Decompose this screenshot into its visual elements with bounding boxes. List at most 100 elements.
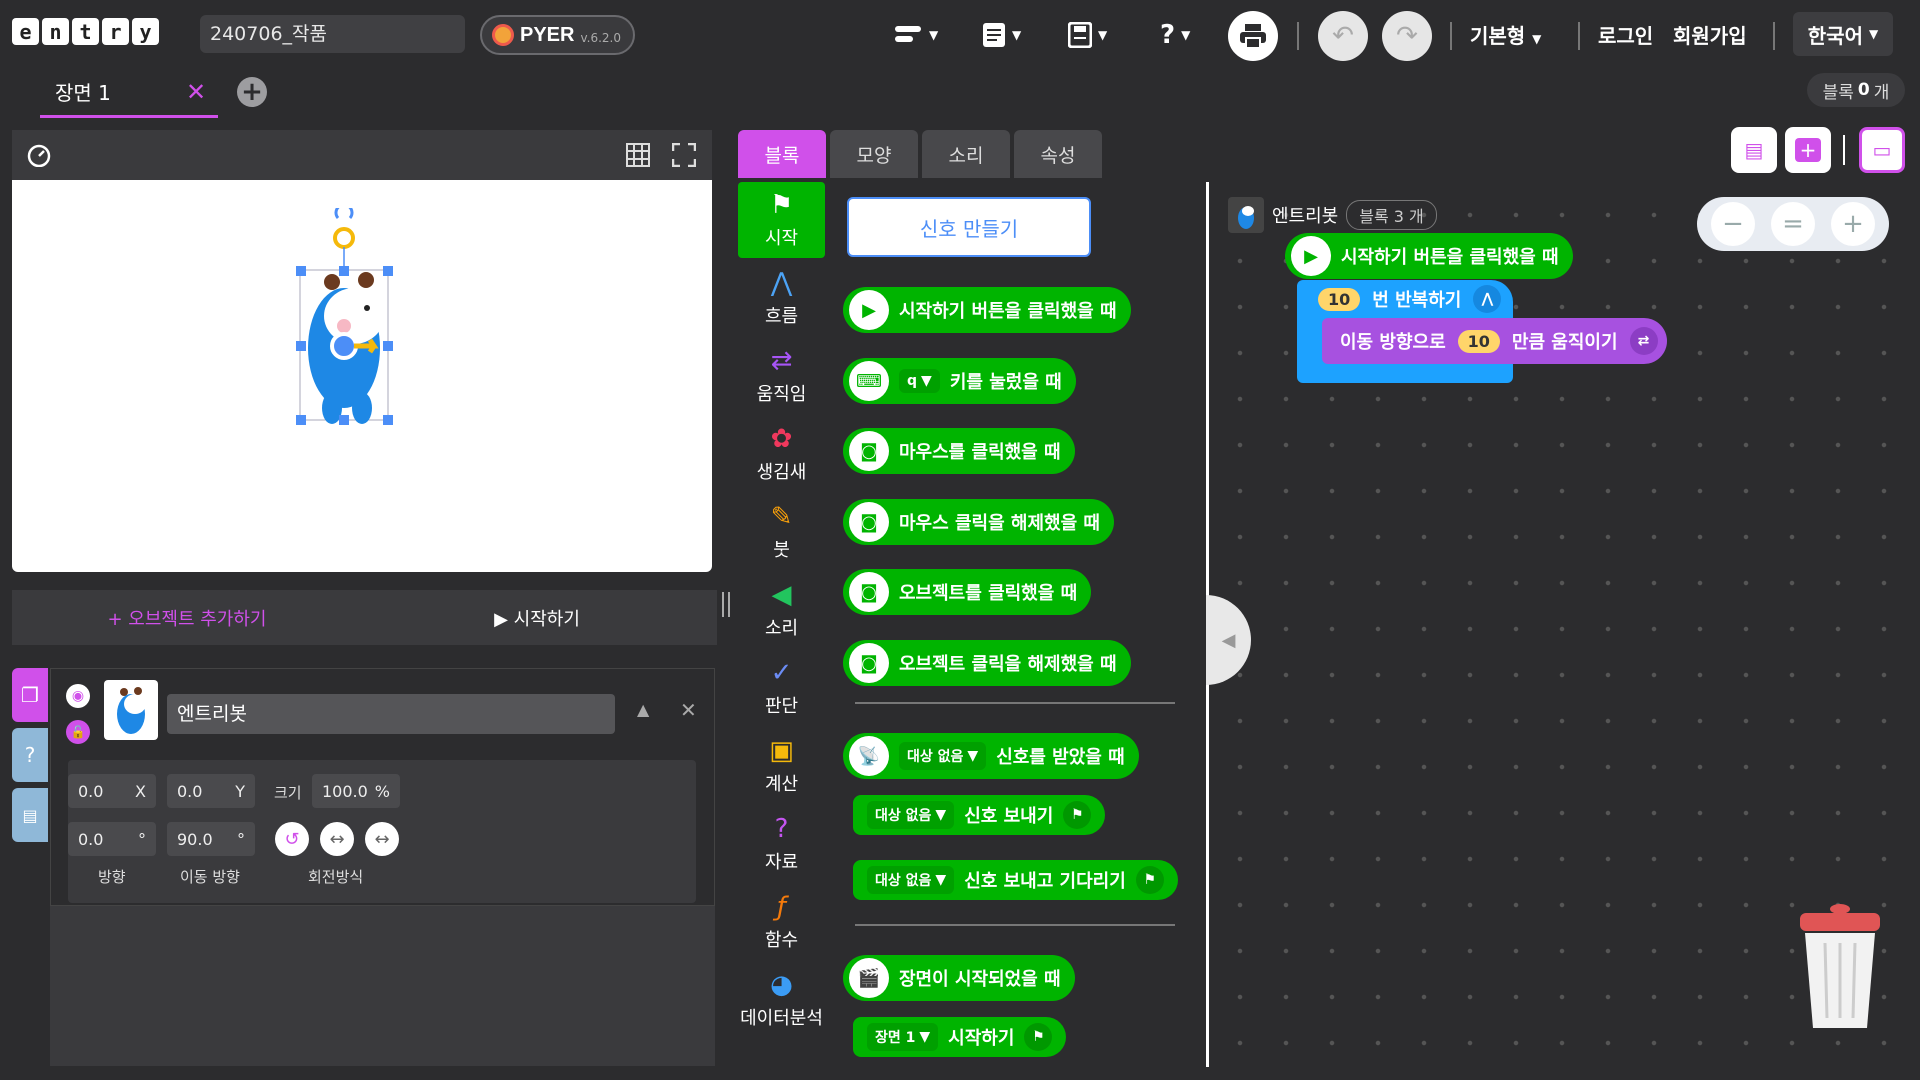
category-function[interactable]: ƒ 함수: [738, 884, 825, 960]
add-comment-button[interactable]: +: [1785, 127, 1831, 173]
entrybot-sprite[interactable]: [292, 208, 442, 488]
start-button[interactable]: ▶ 시작하기: [362, 605, 712, 631]
object-thumbnail[interactable]: [104, 680, 158, 740]
keyboard-icon: ⌨: [849, 361, 889, 401]
chevron-down-icon: ▼: [1012, 28, 1022, 42]
move-direction-field[interactable]: 90.0 °: [167, 822, 255, 856]
lock-icon[interactable]: 🔓: [66, 720, 90, 744]
signup-link[interactable]: 회원가입: [1673, 20, 1747, 49]
add-scene-button[interactable]: +: [237, 77, 267, 107]
save-menu[interactable]: ▼: [1068, 20, 1107, 50]
mouse-icon: ◙: [849, 431, 889, 471]
key-dropdown[interactable]: q ▼: [899, 369, 940, 393]
object-name-input[interactable]: 엔트리봇: [167, 694, 615, 734]
when-start-clicked-block[interactable]: ▶ 시작하기 버튼을 클릭했을 때: [843, 287, 1131, 333]
delete-object-icon[interactable]: ✕: [680, 698, 697, 722]
chevron-down-icon: ▼: [935, 807, 947, 823]
question-icon: ?: [1160, 20, 1176, 50]
x-field[interactable]: 0.0 X: [68, 774, 156, 808]
undo-button[interactable]: ↶: [1318, 11, 1368, 61]
trash-can-icon[interactable]: [1795, 903, 1885, 1033]
size-field[interactable]: 100.0%: [312, 774, 400, 808]
editor-tabs: 블록 모양 소리 속성: [738, 130, 1102, 178]
when-mouse-clicked-block[interactable]: ◙ 마우스를 클릭했을 때: [843, 428, 1075, 474]
chevron-down-icon: ▼: [935, 872, 947, 888]
signal-dropdown[interactable]: 대상 없음 ▼: [867, 866, 955, 894]
collapse-up-icon[interactable]: ▲: [637, 700, 649, 719]
flow-icon: ⋀: [770, 268, 793, 298]
visibility-eye-icon[interactable]: ◉: [66, 684, 90, 708]
login-link[interactable]: 로그인: [1598, 20, 1653, 49]
speed-gauge-icon[interactable]: [26, 143, 52, 167]
script-hat-block[interactable]: ▶ 시작하기 버튼을 클릭했을 때: [1285, 233, 1573, 279]
stage-canvas[interactable]: [12, 180, 712, 572]
grid-icon[interactable]: [626, 143, 650, 167]
tab-shapes[interactable]: 모양: [830, 130, 918, 178]
repeat-count[interactable]: 10: [1318, 287, 1361, 311]
language-select[interactable]: 한국어 ▼: [1793, 12, 1893, 56]
category-motion[interactable]: ⇄ 움직임: [738, 338, 825, 414]
print-button[interactable]: [1228, 11, 1278, 61]
resize-handle[interactable]: [722, 592, 730, 617]
when-mouse-released-block[interactable]: ◙ 마우스 클릭을 해제했을 때: [843, 499, 1114, 545]
category-start[interactable]: ⚑ 시작: [738, 182, 825, 258]
category-judge[interactable]: ✓ 판단: [738, 650, 825, 726]
help-menu[interactable]: ? ▼: [1160, 20, 1190, 50]
scene-dropdown[interactable]: 장면 1 ▼: [867, 1023, 939, 1051]
when-object-released-block[interactable]: ◙ 오브젝트 클릭을 해제했을 때: [843, 640, 1131, 686]
signal-dropdown[interactable]: 대상 없음 ▼: [867, 801, 955, 829]
object-tab[interactable]: ❐: [12, 668, 48, 722]
function-icon: ƒ: [776, 892, 787, 922]
when-object-clicked-block[interactable]: ◙ 오브젝트를 클릭했을 때: [843, 569, 1092, 615]
category-data-analysis[interactable]: ◕ 데이터분석: [738, 962, 825, 1038]
move-block[interactable]: 이동 방향으로 10 만큼 움직이기 ⇄: [1322, 318, 1667, 364]
block-label: 시작하기: [948, 1028, 1015, 1049]
rotate-horizontal-button[interactable]: ↔: [320, 822, 354, 856]
start-scene-block[interactable]: 장면 1 ▼ 시작하기 ⚑: [853, 1017, 1067, 1057]
send-signal-block[interactable]: 대상 없음 ▼ 신호 보내기 ⚑: [853, 795, 1106, 835]
tab-properties[interactable]: 속성: [1014, 130, 1102, 178]
divider: [1297, 22, 1299, 50]
redo-button[interactable]: ↷: [1382, 11, 1432, 61]
pyer-button[interactable]: PYER v.6.2.0: [480, 15, 635, 55]
rotate-none-button[interactable]: ↔: [365, 822, 399, 856]
mode-menu[interactable]: ▼: [895, 20, 938, 50]
when-signal-received-block[interactable]: 📡 대상 없음 ▼ 신호를 받았을 때: [843, 733, 1139, 779]
when-scene-started-block[interactable]: 🎬 장면이 시작되었을 때: [843, 955, 1075, 1001]
rotate-free-button[interactable]: ↺: [275, 822, 309, 856]
file-menu[interactable]: ▼: [982, 20, 1021, 50]
help-tab[interactable]: ?: [12, 728, 48, 782]
category-label: 붓: [773, 540, 790, 561]
add-object-button[interactable]: + 오브젝트 추가하기: [12, 605, 362, 631]
chevron-left-icon: ◀: [1221, 629, 1236, 651]
send-signal-wait-block[interactable]: 대상 없음 ▼ 신호 보내고 기다리기 ⚑: [853, 860, 1178, 900]
entry-logo[interactable]: e n t r y: [12, 18, 159, 45]
y-field[interactable]: 0.0 Y: [167, 774, 255, 808]
zoom-in-button[interactable]: +: [1831, 202, 1875, 246]
move-value[interactable]: 10: [1457, 329, 1500, 353]
zoom-reset-button[interactable]: =: [1771, 202, 1815, 246]
block-count-suffix: 개: [1873, 82, 1890, 103]
category-flow[interactable]: ⋀ 흐름: [738, 260, 825, 336]
basic-mode-menu[interactable]: 기본형 ▼: [1470, 20, 1541, 49]
category-calc[interactable]: ▣ 계산: [738, 728, 825, 804]
category-sound[interactable]: ◀ 소리: [738, 572, 825, 648]
project-name-input[interactable]: 240706_작품: [200, 15, 465, 53]
signal-dropdown[interactable]: 대상 없음 ▼: [899, 742, 987, 770]
tab-sounds[interactable]: 소리: [922, 130, 1010, 178]
make-signal-button[interactable]: 신호 만들기: [847, 197, 1091, 257]
tab-blocks[interactable]: 블록: [738, 130, 826, 178]
zoom-out-button[interactable]: −: [1711, 202, 1755, 246]
close-scene-icon[interactable]: ✕: [186, 78, 206, 106]
backpack-button[interactable]: ▭: [1859, 127, 1905, 173]
comment-button[interactable]: ▤: [1731, 127, 1777, 173]
direction-field[interactable]: 0.0 °: [68, 822, 156, 856]
when-key-pressed-block[interactable]: ⌨ q ▼ 키를 눌렀을 때: [843, 358, 1076, 404]
console-tab[interactable]: ▤: [12, 788, 48, 842]
category-looks[interactable]: ✿ 생김새: [738, 416, 825, 492]
fullscreen-icon[interactable]: [672, 143, 696, 167]
comment-icon: ▤: [1744, 138, 1764, 162]
category-label: 함수: [764, 930, 799, 951]
category-brush[interactable]: ✎ 붓: [738, 494, 825, 570]
category-data[interactable]: ? 자료: [738, 806, 825, 882]
